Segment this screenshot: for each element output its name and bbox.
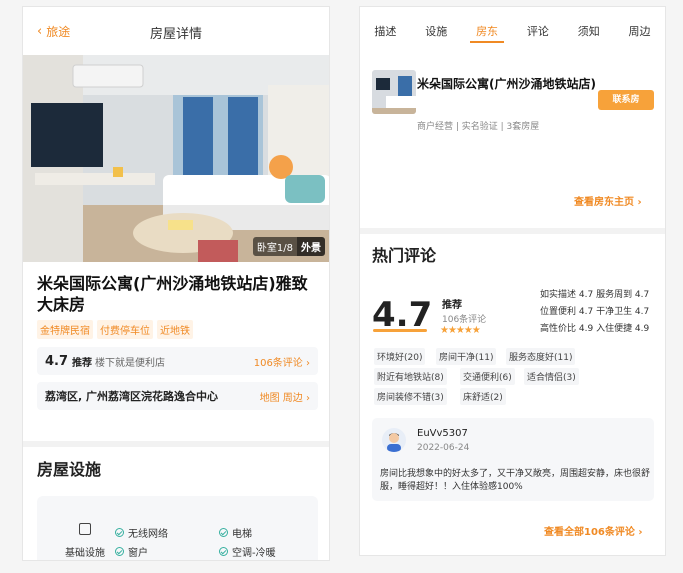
host-review-panel: 描述 设施 房东 评论 须知 周边 米朵国际公寓(广州沙涌地铁站店) 商户经营 … — [359, 6, 666, 556]
tag: 近地铁 — [157, 320, 193, 339]
avatar — [382, 428, 406, 452]
header: ‹ 旅途 房屋详情 — [23, 7, 329, 55]
tag: 金特牌民宿 — [37, 320, 93, 339]
facility-category: 基础设施 — [65, 548, 105, 559]
review-tag[interactable]: 适合情侣(3) — [524, 368, 579, 385]
host-thumbnail — [372, 70, 416, 114]
check-icon — [219, 528, 228, 537]
facilities-title: 房屋设施 — [37, 460, 102, 479]
tab-notice[interactable]: 须知 — [563, 7, 614, 47]
check-icon — [219, 547, 228, 556]
subscore: 位置便利 4.7 干净卫生 4.7 — [540, 307, 650, 317]
review-tag[interactable]: 床舒适(2) — [460, 388, 506, 405]
review-tag[interactable]: 交通便利(6) — [460, 368, 515, 385]
photo-view-label: 外景 — [297, 237, 325, 256]
contact-host-button[interactable]: 联系房 — [598, 90, 654, 110]
tab-facilities[interactable]: 设施 — [411, 7, 462, 47]
tab-nearby[interactable]: 周边 — [614, 7, 665, 47]
tab-host[interactable]: 房东 — [462, 7, 513, 47]
star-rating: ★★★★★ — [440, 325, 481, 336]
review-date: 2022-06-24 — [417, 443, 470, 453]
address-row[interactable]: 荔湾区, 广州荔湾区浣花路逸合中心 地图 周边 › — [37, 382, 318, 410]
facilities-box: 基础设施 无线网络 电梯 窗户 空调-冷暖 — [37, 496, 318, 560]
host-name: 米朵国际公寓(广州沙涌地铁站店) — [417, 77, 596, 91]
recommend-label: 推荐 — [442, 300, 462, 311]
host-homepage-link[interactable]: 查看房东主页 › — [574, 193, 642, 208]
review-count: 106条评论 — [442, 315, 487, 325]
house-tags: 金特牌民宿 付费停车位 近地铁 — [37, 320, 193, 339]
review-text: 房间比我想象中的好太多了，又干净又敞亮，周围超安静，床也很舒服，睡得超好！！入住… — [380, 469, 651, 492]
photo-badge: 卧室1/8 外景 — [252, 237, 325, 256]
check-icon — [115, 547, 124, 556]
review-tag[interactable]: 房间装修不错(3) — [374, 388, 447, 405]
host-meta: 商户经营 | 实名验证 | 3套房屋 — [417, 122, 540, 132]
reviews-link[interactable]: 106条评论 › — [254, 354, 310, 369]
review-tag[interactable]: 环境好(20) — [374, 348, 426, 365]
facility-item: 窗户 — [115, 544, 148, 559]
divider — [23, 441, 329, 447]
tab-bar: 描述 设施 房东 评论 须知 周边 — [360, 7, 665, 47]
room-photo[interactable]: 卧室1/8 外景 — [23, 55, 329, 262]
review-tag[interactable]: 服务态度好(11) — [506, 348, 576, 365]
rating-score: 4.7 — [45, 353, 69, 369]
review-username: EuVv5307 — [417, 428, 468, 439]
address-text: 荔湾区, 广州荔湾区浣花路逸合中心 — [45, 390, 219, 403]
bedroom-photo — [23, 55, 329, 262]
subscore: 高性价比 4.9 入住便捷 4.9 — [540, 324, 650, 334]
score-underline — [373, 329, 427, 332]
reviews-title: 热门评论 — [372, 246, 437, 265]
map-link[interactable]: 地图 周边 › — [260, 389, 310, 404]
facility-item: 空调-冷暖 — [219, 544, 276, 559]
facility-item: 电梯 — [219, 525, 252, 540]
rating-row[interactable]: 4.7 推荐 楼下就是便利店 106条评论 › — [37, 347, 318, 375]
facility-icon — [79, 523, 91, 535]
tag: 付费停车位 — [97, 320, 153, 339]
review-tag[interactable]: 房间干净(11) — [436, 348, 497, 365]
divider — [360, 228, 665, 234]
facility-item: 无线网络 — [115, 525, 168, 540]
house-detail-panel: ‹ 旅途 房屋详情 卧室1/8 外景 米朵国际公寓(广州沙涌地铁站店)雅致大床房… — [22, 6, 330, 561]
page-title: 房屋详情 — [149, 27, 202, 42]
review-card: EuVv5307 2022-06-24 房间比我想象中的好太多了，又干净又敞亮，… — [372, 418, 654, 501]
house-title: 米朵国际公寓(广州沙涌地铁站店)雅致大床房 — [37, 274, 308, 314]
tab-description[interactable]: 描述 — [360, 7, 411, 47]
rating-label: 推荐 — [72, 357, 93, 369]
review-tag[interactable]: 附近有地铁站(8) — [374, 368, 447, 385]
subscore: 如实描述 4.7 服务周到 4.7 — [540, 290, 650, 300]
rating-note: 楼下就是便利店 — [95, 357, 166, 369]
photo-room-label: 卧室1/8 — [252, 237, 297, 256]
check-icon — [115, 528, 124, 537]
all-reviews-link[interactable]: 查看全部106条评论 › — [544, 523, 642, 538]
tab-reviews[interactable]: 评论 — [512, 7, 563, 47]
